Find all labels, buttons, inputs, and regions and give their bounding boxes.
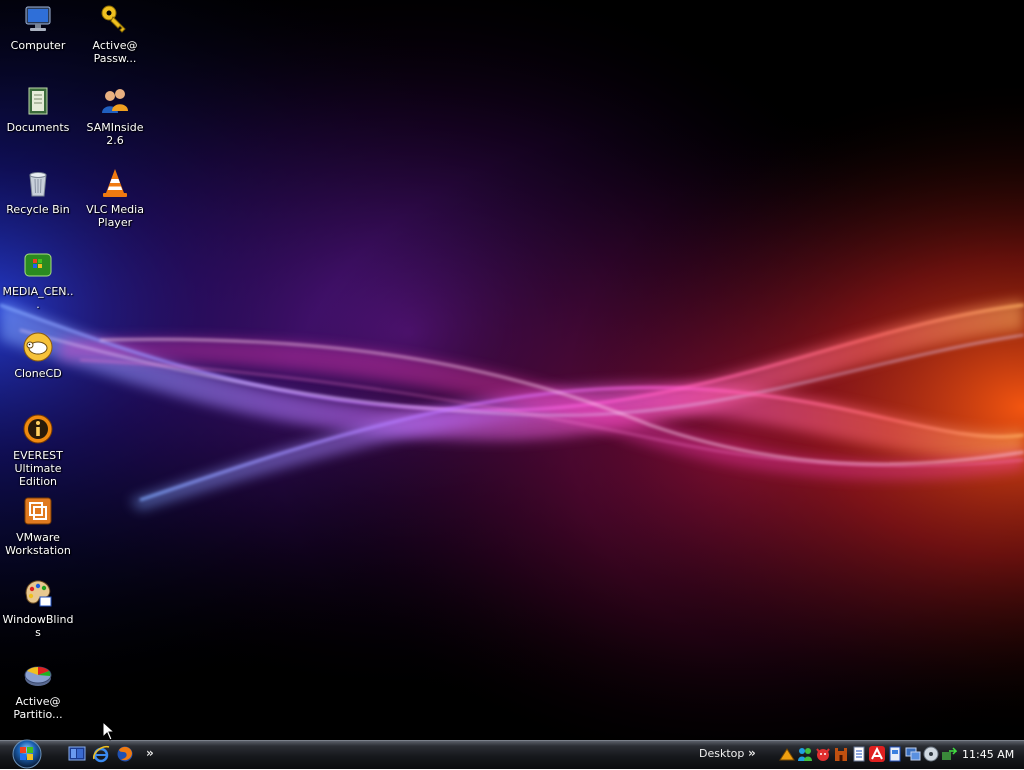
- documents-icon: [28, 87, 48, 115]
- desktop[interactable]: Computer Documents Recycle Bin MEDIA_CEN…: [0, 0, 1024, 740]
- document-icon[interactable]: [887, 746, 903, 762]
- desktop-icon-vmware[interactable]: VMware Workstation: [0, 495, 76, 557]
- messenger-icon[interactable]: [797, 746, 813, 762]
- desktop-icon-label: Active@ Passw...: [92, 39, 138, 65]
- desktop-icon-computer[interactable]: Computer: [0, 3, 76, 52]
- desktop-icon-vlc[interactable]: VLC Media Player: [77, 167, 153, 229]
- desktop-icon-windowblinds[interactable]: WindowBlinds: [0, 577, 76, 639]
- desktop-icon-everest[interactable]: EVEREST Ultimate Edition: [0, 413, 76, 488]
- desktop-icon-media-center[interactable]: MEDIA_CEN...: [0, 249, 76, 311]
- desktop-toolbar-more-chevron[interactable]: »: [748, 746, 756, 760]
- desktop-icon-clonecd[interactable]: CloneCD: [0, 331, 76, 380]
- desktop-icon-recycle-bin[interactable]: Recycle Bin: [0, 167, 76, 216]
- palette-icon: [25, 580, 52, 607]
- desktop-icon-label: Documents: [6, 121, 70, 134]
- computer-icon: [25, 6, 51, 31]
- recycle-bin-icon: [29, 172, 47, 197]
- wallpaper: [0, 0, 1024, 740]
- desktop-toolbar-label[interactable]: Desktop: [699, 747, 744, 760]
- taskbar: » Desktop » 11:45 AM: [0, 738, 1024, 770]
- internet-explorer-icon[interactable]: [92, 745, 110, 763]
- desktop-icon-active-password[interactable]: Active@ Passw...: [77, 3, 153, 65]
- desktop-icon-saminside[interactable]: SAMInside 2.6: [77, 85, 153, 147]
- disc-icon[interactable]: [923, 746, 939, 762]
- desktop-icon-label: MEDIA_CEN...: [2, 285, 74, 311]
- desktop-icon-label: WindowBlinds: [2, 613, 74, 639]
- users-icon: [102, 89, 128, 113]
- firefox-icon[interactable]: [116, 745, 134, 763]
- clock[interactable]: 11:45 AM: [962, 748, 1014, 761]
- notepad-icon[interactable]: [851, 746, 867, 762]
- info-icon: [23, 414, 53, 444]
- desktop-icon-label: SAMInside 2.6: [86, 121, 144, 147]
- transfer-icon[interactable]: [941, 746, 957, 762]
- desktop-icon-label: CloneCD: [14, 367, 62, 380]
- vlc-cone-icon: [103, 169, 127, 197]
- media-center-icon: [24, 253, 52, 277]
- desktop-icon-documents[interactable]: Documents: [0, 85, 76, 134]
- computer-tray-icon[interactable]: [905, 746, 921, 762]
- windows-start-orb-icon[interactable]: [10, 738, 44, 770]
- desktop-icon-label: EVEREST Ultimate Edition: [13, 449, 63, 488]
- desktop-icon-active-partition[interactable]: Active@ Partitio...: [0, 659, 76, 721]
- vmware-icon: [24, 497, 52, 525]
- key-icon: [101, 5, 126, 33]
- castle-icon[interactable]: [833, 746, 849, 762]
- desktop-icon-label: Active@ Partitio...: [13, 695, 63, 721]
- show-desktop-icon[interactable]: [68, 745, 86, 763]
- antivirus-icon[interactable]: [815, 746, 831, 762]
- sheep-icon: [23, 332, 53, 362]
- desktop-icon-label: VLC Media Player: [86, 203, 144, 229]
- desktop-icon-label: Computer: [10, 39, 66, 52]
- mouse-pointer-icon: [102, 721, 116, 741]
- quick-launch-more-chevron[interactable]: »: [146, 746, 154, 760]
- avira-icon[interactable]: [869, 746, 885, 762]
- network-icon[interactable]: [779, 746, 795, 762]
- desktop-icon-label: VMware Workstation: [5, 531, 71, 557]
- desktop-icon-label: Recycle Bin: [6, 203, 70, 216]
- partition-pie-icon: [24, 666, 52, 686]
